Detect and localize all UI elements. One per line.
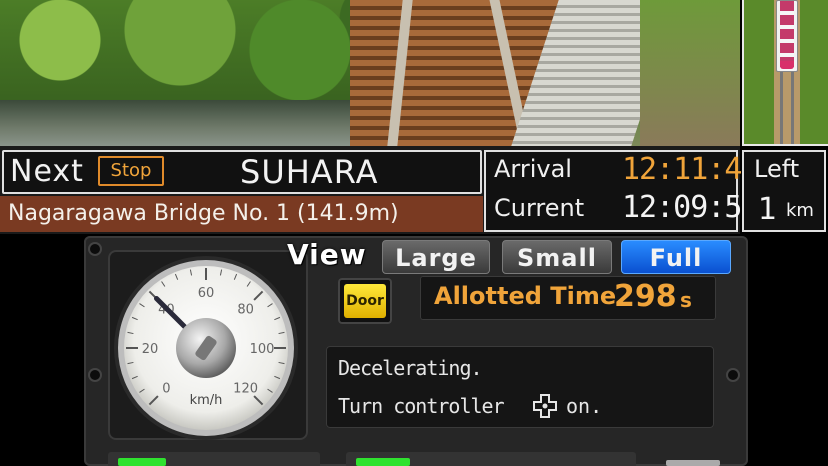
station-name: SUHARA xyxy=(240,153,379,191)
stop-badge: Stop xyxy=(98,156,164,186)
screw-icon xyxy=(90,244,100,254)
bottom-right-panel xyxy=(666,460,720,466)
next-label: Next xyxy=(10,154,84,189)
indicator-light xyxy=(118,458,166,466)
speed-unit-label: km/h xyxy=(190,393,223,408)
distance-left-label: Left xyxy=(754,155,800,183)
distance-left-value: 1 xyxy=(758,192,778,227)
speed-tick-label: 80 xyxy=(237,302,254,317)
game-scene xyxy=(0,0,740,146)
speed-tick-label: 100 xyxy=(250,342,275,357)
speed-tick-label: 60 xyxy=(198,286,215,301)
speed-tick-label: 120 xyxy=(233,382,258,397)
message-line-2: Turn controller xyxy=(338,394,505,418)
screw-icon xyxy=(728,370,738,380)
embankment xyxy=(640,0,740,146)
current-location: Nagaragawa Bridge No. 1 (141.9m) xyxy=(0,196,483,232)
allotted-time-unit: s xyxy=(680,288,692,312)
arrival-label: Arrival xyxy=(494,155,572,183)
view-small-button[interactable]: Small xyxy=(502,240,612,274)
arrival-time: 12:11:45 xyxy=(622,152,759,187)
speed-tick-label: 20 xyxy=(142,342,159,357)
speedometer: 020406080100120 km/h xyxy=(114,256,298,440)
current-time: 12:09:50 xyxy=(622,190,759,225)
dpad-icon xyxy=(533,394,557,418)
screw-icon xyxy=(90,370,100,380)
door-button-label[interactable]: Door xyxy=(344,284,386,318)
minimap xyxy=(742,0,828,146)
message-line-2-suffix: on. xyxy=(566,394,603,418)
allotted-time-label: Allotted Time xyxy=(434,282,617,310)
distance-left-unit: km xyxy=(786,200,814,221)
allotted-time-value: 298 xyxy=(614,279,677,314)
speed-tick-label: 0 xyxy=(162,382,170,397)
current-label: Current xyxy=(494,194,585,222)
view-label: View xyxy=(287,238,367,271)
indicator-light xyxy=(356,458,410,466)
message-line-1: Decelerating. xyxy=(338,356,483,380)
view-full-button[interactable]: Full xyxy=(621,240,731,274)
minimap-train xyxy=(776,0,798,72)
view-large-button[interactable]: Large xyxy=(382,240,490,274)
